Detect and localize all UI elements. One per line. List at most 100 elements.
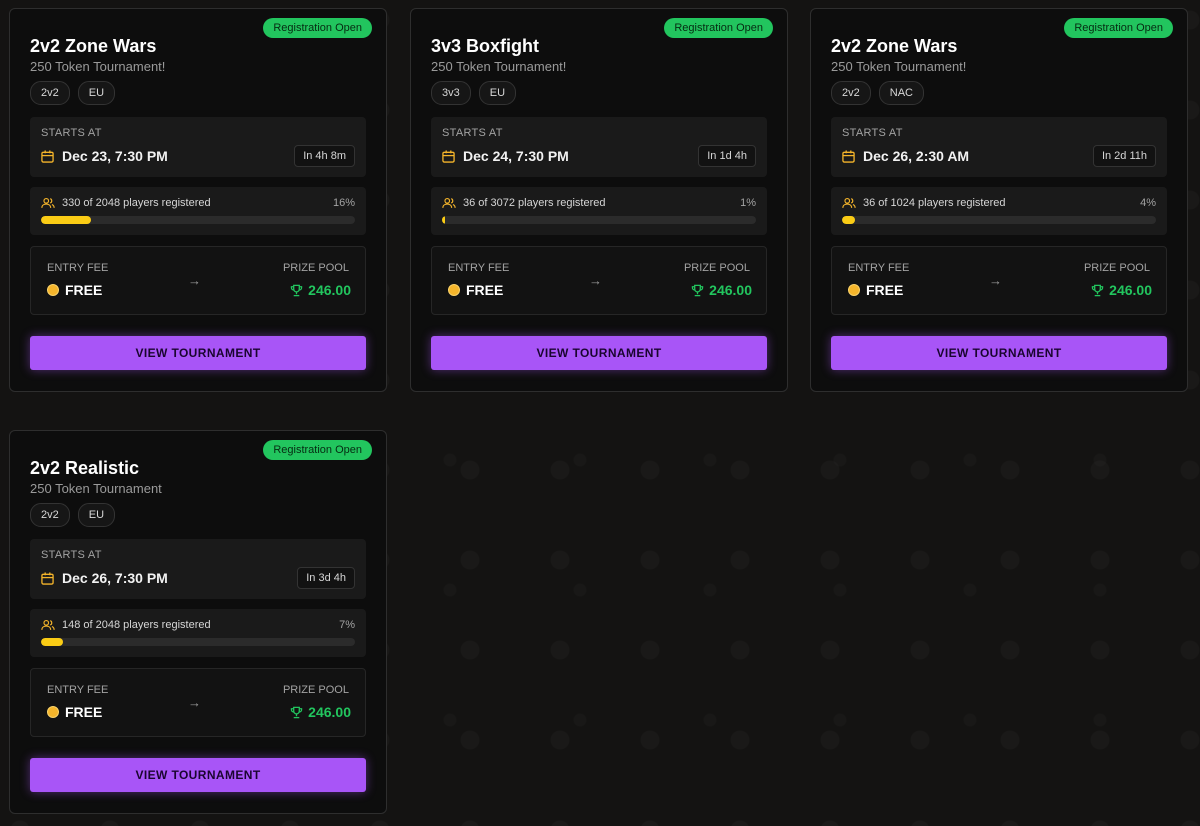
tournament-card: Registration Open 2v2 Realistic 250 Toke…	[9, 430, 387, 814]
entry-fee-text: FREE	[65, 282, 103, 298]
players-registered-text: 36 of 1024 players registered	[863, 197, 1006, 209]
tournament-card: Registration Open 3v3 Boxfight 250 Token…	[410, 8, 788, 392]
tournament-title: 2v2 Realistic	[30, 458, 140, 478]
prize-pool-label: PRIZE POOL	[282, 684, 349, 696]
starts-at-label: STARTS AT	[41, 127, 102, 139]
entry-fee-label: ENTRY FEE	[47, 684, 109, 696]
coin-icon	[448, 284, 460, 296]
registration-status-badge: Registration Open	[263, 440, 372, 460]
registration-progress-fill	[442, 216, 446, 224]
registration-status-badge: Registration Open	[664, 18, 773, 38]
trophy-icon	[290, 284, 303, 296]
entry-fee-text: FREE	[866, 282, 904, 298]
players-registered-text: 36 of 3072 players registered	[463, 197, 606, 209]
prize-pool-text: 246.00	[1109, 282, 1152, 298]
starts-at-value: Dec 26, 7:30 PM	[62, 570, 168, 586]
calendar-icon	[41, 149, 54, 163]
view-tournament-button[interactable]: VIEW TOURNAMENT	[431, 336, 767, 370]
fees-panel: ENTRY FEE FREE → PRIZE POOL 246.00	[30, 246, 366, 315]
prize-pool-label: PRIZE POOL	[1083, 262, 1150, 274]
registration-progress-fill	[41, 216, 92, 224]
entry-fee-text: FREE	[466, 282, 504, 298]
starts-at-value: Dec 26, 2:30 AM	[863, 148, 970, 164]
prize-pool-value: 246.00	[290, 282, 351, 298]
view-tournament-button[interactable]: VIEW TOURNAMENT	[30, 758, 366, 792]
tag-list: 3v3 EU	[431, 81, 517, 105]
tag-region: EU	[77, 503, 116, 527]
registration-progress-fill	[842, 216, 855, 224]
tag-list: 2v2 NAC	[831, 81, 924, 105]
prize-pool-text: 246.00	[709, 282, 752, 298]
entry-fee-value: FREE	[47, 704, 102, 720]
entry-fee-label: ENTRY FEE	[47, 262, 109, 274]
tournament-card: Registration Open 2v2 Zone Wars 250 Toke…	[9, 8, 387, 392]
registration-progress-bar	[41, 638, 355, 646]
players-row: 330 of 2048 players registered 16%	[41, 197, 355, 209]
countdown-badge: In 3d 4h	[297, 567, 355, 589]
countdown-badge: In 2d 11h	[1092, 145, 1156, 167]
tournament-title: 2v2 Zone Wars	[831, 36, 958, 56]
fees-panel: ENTRY FEE FREE → PRIZE POOL 246.00	[431, 246, 767, 315]
entry-fee-label: ENTRY FEE	[848, 262, 910, 274]
tournament-title: 2v2 Zone Wars	[30, 36, 157, 56]
view-tournament-button[interactable]: VIEW TOURNAMENT	[831, 336, 1167, 370]
entry-fee-value: FREE	[848, 282, 903, 298]
tournament-card: Registration Open 2v2 Zone Wars 250 Toke…	[810, 8, 1188, 392]
prize-pool-value: 246.00	[1091, 282, 1152, 298]
tournament-subtitle: 250 Token Tournament!	[831, 59, 967, 74]
tag-mode: 2v2	[30, 81, 70, 105]
starts-at-value: Dec 23, 7:30 PM	[62, 148, 168, 164]
trophy-icon	[691, 284, 704, 296]
players-panel: 148 of 2048 players registered 7%	[30, 609, 366, 657]
entry-fee-value: FREE	[47, 282, 102, 298]
registration-status-badge: Registration Open	[1064, 18, 1173, 38]
countdown-badge: In 4h 8m	[294, 145, 355, 167]
players-panel: 36 of 1024 players registered 4%	[831, 187, 1167, 235]
coin-icon	[47, 284, 59, 296]
starts-at-date: Dec 24, 7:30 PM	[442, 148, 569, 164]
prize-pool-label: PRIZE POOL	[282, 262, 349, 274]
view-tournament-button[interactable]: VIEW TOURNAMENT	[30, 336, 366, 370]
registration-status-badge: Registration Open	[263, 18, 372, 38]
starts-at-panel: STARTS AT Dec 23, 7:30 PM In 4h 8m	[30, 117, 366, 177]
arrow-right-icon: →	[989, 273, 1002, 288]
tag-region: NAC	[878, 81, 924, 105]
fees-panel: ENTRY FEE FREE → PRIZE POOL 246.00	[30, 668, 366, 737]
registration-progress-bar	[41, 216, 355, 224]
players-row: 36 of 3072 players registered 1%	[442, 197, 756, 209]
users-icon	[442, 197, 456, 208]
coin-icon	[848, 284, 860, 296]
registration-progress-fill	[41, 638, 63, 646]
players-panel: 330 of 2048 players registered 16%	[30, 187, 366, 235]
players-panel: 36 of 3072 players registered 1%	[431, 187, 767, 235]
tag-list: 2v2 EU	[30, 503, 116, 527]
players-registered-text: 148 of 2048 players registered	[62, 619, 211, 631]
prize-pool-text: 246.00	[308, 282, 351, 298]
tag-mode: 2v2	[30, 503, 70, 527]
prize-pool-label: PRIZE POOL	[683, 262, 750, 274]
players-percent: 16%	[332, 197, 355, 209]
entry-fee-label: ENTRY FEE	[448, 262, 510, 274]
arrow-right-icon: →	[589, 273, 602, 288]
starts-at-label: STARTS AT	[842, 127, 903, 139]
starts-at-date: Dec 26, 2:30 AM	[842, 148, 969, 164]
registration-progress-bar	[442, 216, 756, 224]
tag-mode: 3v3	[431, 81, 471, 105]
countdown-badge: In 1d 4h	[698, 145, 756, 167]
users-icon	[41, 197, 55, 208]
calendar-icon	[442, 149, 455, 163]
players-row: 36 of 1024 players registered 4%	[842, 197, 1156, 209]
tag-list: 2v2 EU	[30, 81, 116, 105]
users-icon	[842, 197, 856, 208]
players-row: 148 of 2048 players registered 7%	[41, 619, 355, 631]
starts-at-date: Dec 26, 7:30 PM	[41, 570, 168, 586]
prize-pool-value: 246.00	[691, 282, 752, 298]
entry-fee-text: FREE	[65, 704, 103, 720]
coin-icon	[47, 706, 59, 718]
starts-at-label: STARTS AT	[41, 549, 102, 561]
registration-progress-bar	[842, 216, 1156, 224]
starts-at-panel: STARTS AT Dec 24, 7:30 PM In 1d 4h	[431, 117, 767, 177]
starts-at-label: STARTS AT	[442, 127, 503, 139]
starts-at-panel: STARTS AT Dec 26, 2:30 AM In 2d 11h	[831, 117, 1167, 177]
players-percent: 4%	[1140, 197, 1156, 209]
